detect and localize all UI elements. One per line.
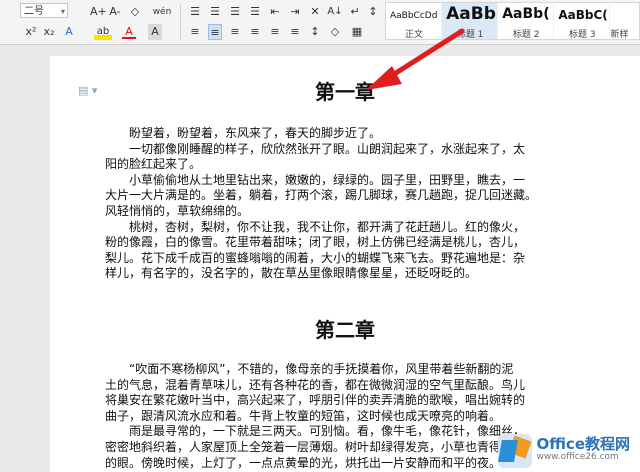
clear-format-icon[interactable]: ◇ (128, 4, 142, 20)
navigation-doc-icon[interactable]: ▤ ▾ (78, 84, 97, 97)
text-line: 大片一大片满是的。坐着，躺着，打两个滚，踢几脚球，赛几趟跑，捉几回迷藏。 (105, 188, 538, 203)
styles-gallery: AaBbCcDd 正文 AaBb 标题 1 AaBb( 标题 2 AaBbC( … (385, 2, 640, 40)
outline-list-icon[interactable]: ☰ (248, 4, 262, 20)
office-logo-icon (498, 434, 533, 468)
column-icon[interactable]: ≡ (288, 24, 302, 40)
chapter-2-title: 第二章 (315, 318, 375, 342)
font-size-select[interactable]: 二号 ▾ (20, 3, 68, 18)
text-line: 风轻悄悄的，草软绵绵的。 (105, 203, 250, 218)
shrink-font-icon[interactable]: A- (108, 4, 122, 20)
style-name: 标题 1 (456, 30, 484, 39)
chapter-1-title: 第一章 (315, 80, 375, 104)
char-shading-icon[interactable]: A (148, 24, 162, 40)
ribbon-toolbar: 二号 ▾ A+ A- ◇ wén x² x₂ A ab A A ☰ ☰ ☰ ☰ … (0, 0, 640, 45)
bullets-icon[interactable]: ☰ (188, 4, 202, 20)
text-line: 一切都像刚睡醒的样子，欣欣然张开了眼。山朗润起来了，水涨起来了，太 (129, 141, 526, 156)
style-name: 标题 3 (569, 30, 596, 39)
new-style[interactable]: 新样 (610, 3, 639, 39)
show-marks-icon[interactable]: ↵ (348, 4, 362, 20)
phonetic-guide-icon[interactable]: wén (150, 4, 174, 20)
chevron-down-icon[interactable]: ▾ (61, 4, 65, 19)
text-line: 曲子，跟清风流水应和着。牛背上牧童的短笛，这时候也成天嘹亮的响着。 (105, 408, 502, 423)
style-heading-3[interactable]: AaBbC( 标题 3 (554, 3, 611, 39)
watermark-url: www.office26.com (536, 452, 619, 462)
borders-icon[interactable]: ▦ (350, 24, 364, 40)
paragraph: 盼望着，盼望着，东风来了，春天的脚步近了。 一切都像刚睡醒的样子，欣欣然张开了眼… (105, 126, 625, 282)
text-line: 阳的脸红起来了。 (105, 157, 202, 172)
text-line: 土的气息，混着青草味儿，还有各种花的香，都在微微润湿的空气里酝酿。鸟儿 (105, 377, 526, 392)
font-color-icon[interactable]: A (122, 24, 136, 39)
style-preview: AaBbC( (558, 8, 608, 22)
document-page[interactable]: 第一章 盼望着，盼望着，东风来了，春天的脚步近了。 一切都像刚睡醒的样子，欣欣然… (50, 56, 640, 472)
align-center-icon[interactable]: ≡ (208, 24, 222, 40)
text-line: 梨儿。花下成千成百的蜜蜂嗡嗡的闹着，大小的蝴蝶飞来飞去。野花遍地是：杂 (105, 250, 526, 265)
justify-icon[interactable]: ≡ (248, 24, 262, 40)
superscript-icon[interactable]: x² (24, 24, 38, 40)
text-line: “吹面不寒杨柳风”，不错的，像母亲的手抚摸着你，风里带着些新翻的泥 (129, 362, 514, 376)
text-line: 盼望着，盼望着，东风来了，春天的脚步近了。 (129, 126, 382, 140)
style-name: 正文 (404, 30, 423, 39)
distribute-icon[interactable]: ≡ (268, 24, 282, 40)
text-line: 桃树，杏树，梨树，你不让我，我不让你，都开满了花赶趟儿。红的像火， (129, 219, 526, 234)
text-effect-icon[interactable]: A (62, 24, 76, 40)
style-heading-2[interactable]: AaBb( 标题 2 (498, 3, 555, 39)
align-right-icon[interactable]: ≡ (228, 24, 242, 40)
style-preview: AaBb (446, 4, 496, 24)
align-left-icon[interactable]: ≡ (188, 24, 202, 40)
grow-font-icon[interactable]: A+ (90, 4, 107, 20)
style-preview: AaBbCcDd (390, 11, 438, 21)
text-line: 将巢安在繁花嫩叶当中，高兴起来了，呼朋引伴的卖弄清脆的歌喉，唱出婉转的 (105, 393, 526, 408)
multilevel-list-icon[interactable]: ☰ (228, 4, 242, 20)
highlight-icon[interactable]: ab (94, 24, 112, 40)
spacing-icon[interactable]: ↕ (308, 24, 322, 40)
style-heading-1[interactable]: AaBb 标题 1 (442, 3, 499, 39)
watermark: Office教程网 www.office26.com (498, 434, 630, 468)
separator (180, 4, 181, 40)
numbering-icon[interactable]: ☰ (208, 4, 222, 20)
subscript-icon[interactable]: x₂ (42, 24, 56, 40)
style-name: 标题 2 (512, 30, 540, 39)
text-line: 粉的像霞，白的像雪。花里带着甜味；闭了眼，树上仿佛已经满是桃儿，杏儿， (105, 235, 526, 250)
text-line: 样儿，有名字的，没名字的，散在草丛里像眼睛像星星，还眨呀眨的。 (105, 266, 478, 281)
chinese-layout-icon[interactable]: ✕ (308, 4, 322, 20)
sort-icon[interactable]: A↓ (326, 4, 344, 20)
line-spacing-icon[interactable]: ↕ (366, 4, 380, 20)
style-name: 新样 (610, 30, 629, 39)
decrease-indent-icon[interactable]: ⇤ (268, 4, 282, 20)
style-normal[interactable]: AaBbCcDd 正文 (386, 3, 443, 39)
watermark-name: Office教程网 (536, 435, 630, 453)
shading-icon[interactable]: ◇ (328, 24, 342, 40)
font-size-value: 二号 (24, 6, 44, 17)
increase-indent-icon[interactable]: ⇥ (288, 4, 302, 20)
style-preview: AaBb( (502, 6, 550, 22)
text-line: 小草偷偷地从土地里钻出来，嫩嫩的，绿绿的。园子里，田野里，瞧去，一 (129, 172, 526, 187)
